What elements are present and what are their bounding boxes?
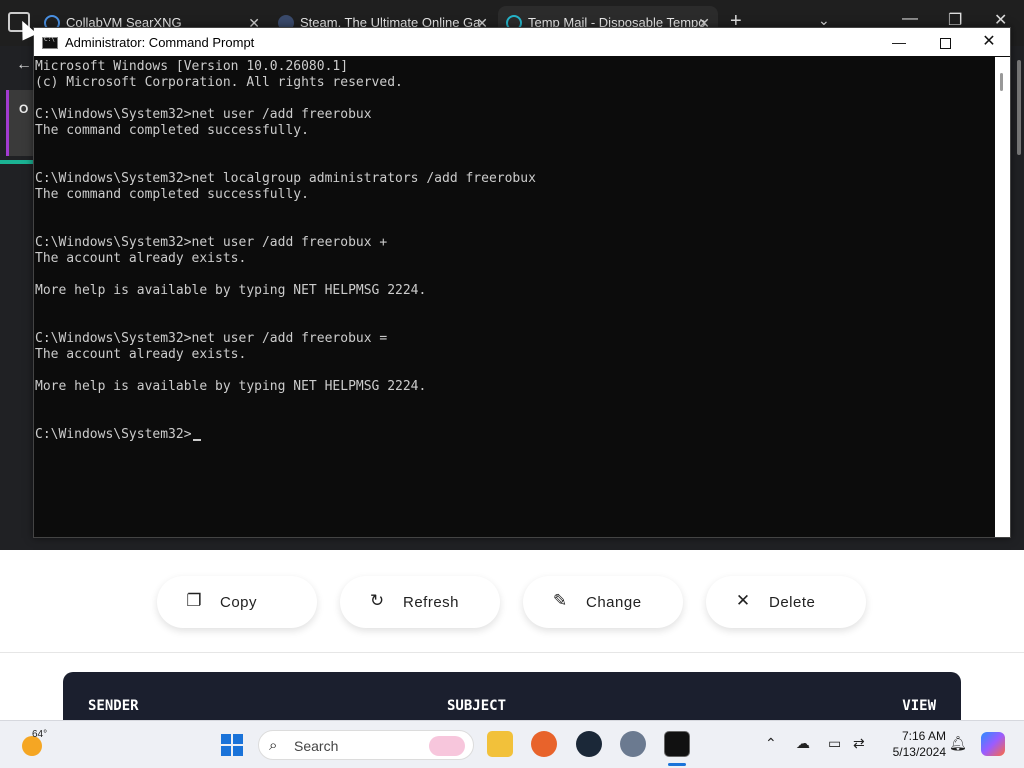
maximize-icon <box>939 37 951 49</box>
cmd-scroll-thumb[interactable] <box>1000 73 1003 91</box>
console-line: C:\Windows\System32>net localgroup admin… <box>35 171 536 186</box>
file-explorer-icon[interactable] <box>487 731 513 757</box>
minimize-button[interactable]: — <box>876 28 922 56</box>
change-button[interactable]: ✎ Change <box>523 576 683 628</box>
copy-label: Copy <box>220 594 258 611</box>
refresh-icon: ↻ <box>369 591 385 610</box>
page-left-text: O <box>19 102 29 116</box>
edit-icon: ✎ <box>552 591 568 610</box>
start-button-icon[interactable] <box>221 734 243 756</box>
page-dark-band <box>0 537 1024 550</box>
network-icon[interactable]: ⇄ <box>853 735 865 752</box>
column-header-sender: SENDER <box>88 698 139 714</box>
steam-icon[interactable] <box>576 731 602 757</box>
taskbar: 64° ⌕ Search ⌃ ☁ ▭ ⇄ 7:16 AM 5/13/2024 🔔… <box>0 720 1024 768</box>
console-line: C:\Windows\System32>net user /add freero… <box>35 235 388 250</box>
copilot-icon[interactable] <box>981 732 1005 756</box>
settings-gear-icon[interactable] <box>620 731 646 757</box>
search-icon: ⌕ <box>269 737 278 754</box>
page-left-strip: O <box>6 90 34 156</box>
firefox-icon[interactable] <box>531 731 557 757</box>
console-line: More help is available by typing NET HEL… <box>35 379 427 394</box>
accent-line <box>0 160 34 164</box>
clock[interactable]: 7:16 AM 5/13/2024 <box>878 728 946 760</box>
column-header-subject: SUBJECT <box>447 698 507 714</box>
clock-date: 5/13/2024 <box>892 745 946 759</box>
cmd-app-icon <box>42 36 58 49</box>
maximize-button[interactable] <box>922 28 968 56</box>
active-app-indicator <box>668 763 686 766</box>
console-line: The command completed successfully. <box>35 123 309 138</box>
console-line: (c) Microsoft Corporation. All rights re… <box>35 75 403 90</box>
display-icon[interactable]: ▭ <box>828 735 841 752</box>
search-placeholder: Search <box>294 738 339 754</box>
divider <box>0 652 1024 653</box>
change-label: Change <box>586 594 642 611</box>
text-cursor <box>192 439 201 441</box>
console-line: Microsoft Windows [Version 10.0.26080.1] <box>35 59 349 74</box>
cmd-scrollbar[interactable] <box>995 57 1010 537</box>
command-prompt-taskbar-icon[interactable] <box>664 731 690 757</box>
back-arrow-icon[interactable]: ← <box>16 56 32 74</box>
delete-icon: ✕ <box>735 591 751 610</box>
console-line: C:\Windows\System32>net user /add freero… <box>35 331 388 346</box>
console-prompt-line[interactable]: C:\Windows\System32> <box>35 427 994 443</box>
delete-label: Delete <box>769 594 816 611</box>
console-prompt: C:\Windows\System32> <box>35 427 192 442</box>
refresh-label: Refresh <box>403 594 460 611</box>
close-button[interactable]: ✕ <box>966 28 1012 56</box>
copy-icon: ❐ <box>186 591 202 610</box>
console-line: The account already exists. <box>35 251 247 266</box>
console-line: C:\Windows\System32>net user /add freero… <box>35 107 372 122</box>
copy-button[interactable]: ❐ Copy <box>157 576 317 628</box>
console-line: The command completed successfully. <box>35 187 309 202</box>
clock-time: 7:16 AM <box>901 729 946 743</box>
search-highlight-icon <box>429 736 465 756</box>
cmd-window-title: Administrator: Command Prompt <box>65 35 255 50</box>
column-header-view: VIEW <box>902 698 936 714</box>
tray-overflow-chevron-icon[interactable]: ⌃ <box>765 735 777 752</box>
weather-temperature: 64° <box>32 729 48 740</box>
command-prompt-window[interactable]: Administrator: Command Prompt — ✕ Micros… <box>33 27 1011 538</box>
console-line: The account already exists. <box>35 347 247 362</box>
refresh-button[interactable]: ↻ Refresh <box>340 576 500 628</box>
taskbar-search[interactable]: ⌕ Search <box>258 730 474 760</box>
console-line: More help is available by typing NET HEL… <box>35 283 427 298</box>
notification-bell-icon[interactable]: 🔔︎ <box>949 735 967 752</box>
onedrive-offline-icon[interactable]: ☁ <box>796 735 810 752</box>
cmd-console-output[interactable]: Microsoft Windows [Version 10.0.26080.1]… <box>34 57 994 537</box>
cmd-titlebar[interactable]: Administrator: Command Prompt — ✕ <box>34 28 1010 56</box>
delete-button[interactable]: ✕ Delete <box>706 576 866 628</box>
browser-minimize-icon[interactable]: — <box>902 10 918 28</box>
page-scrollbar[interactable] <box>1017 60 1021 155</box>
